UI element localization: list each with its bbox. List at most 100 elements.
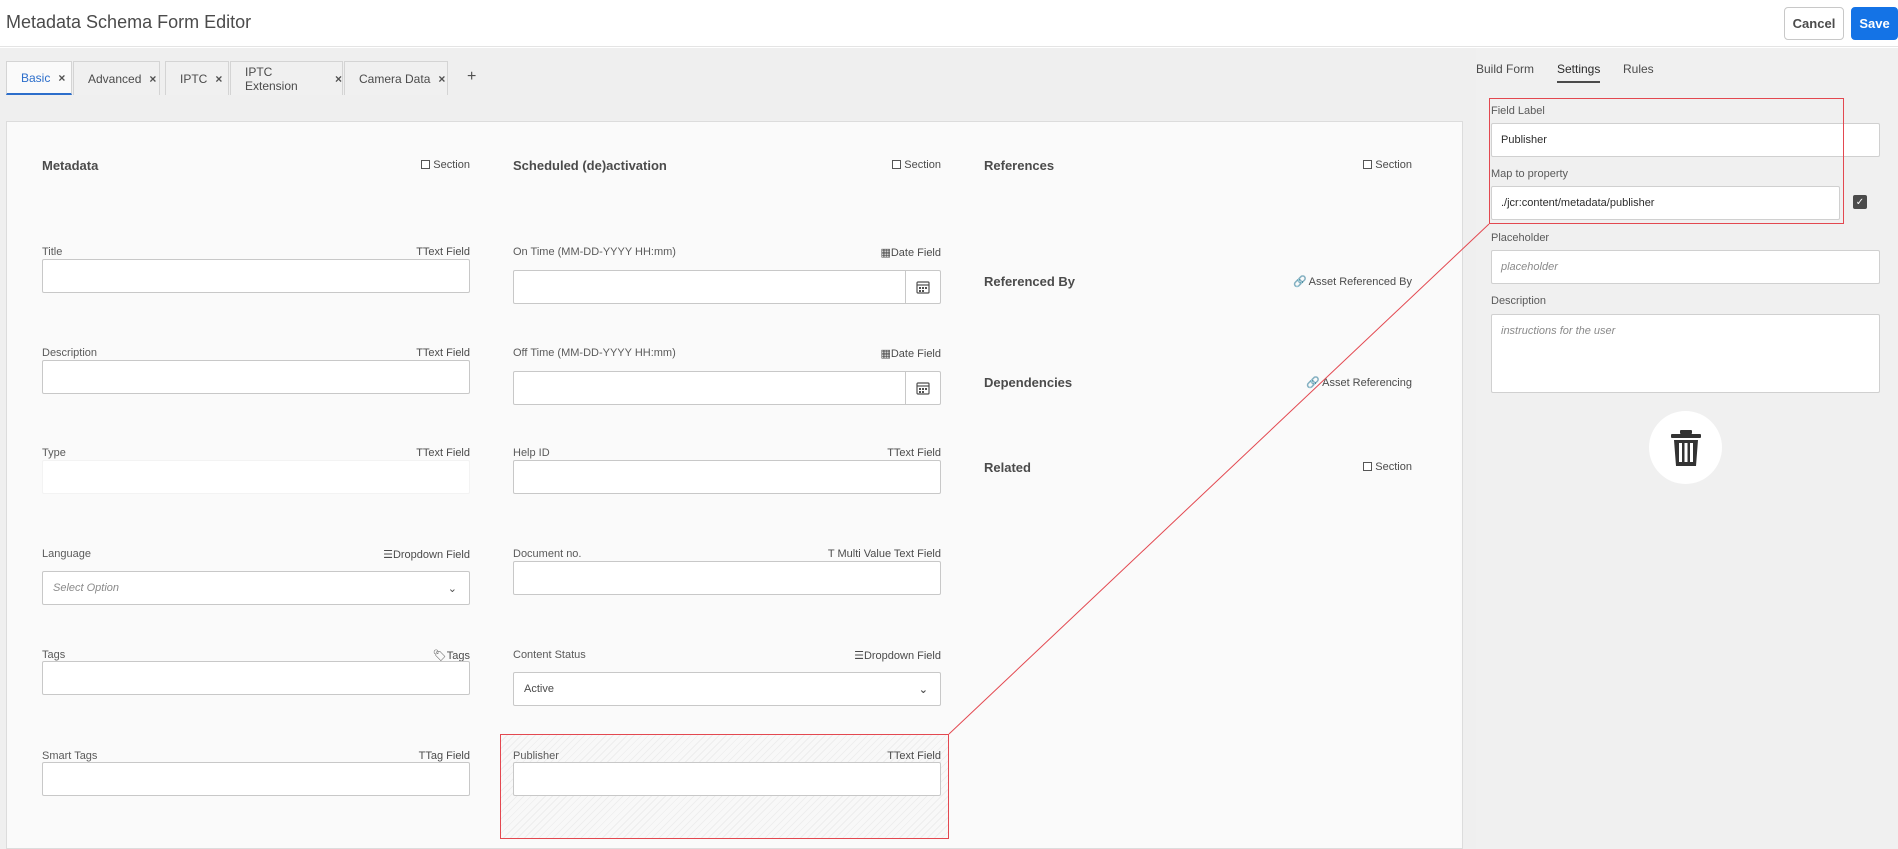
field-label: Document no. [513, 548, 582, 560]
text-icon: T [416, 347, 423, 359]
section-icon [892, 160, 902, 169]
group-type: 🔗 Asset Referencing [1306, 377, 1412, 389]
calendar-icon [916, 382, 930, 395]
section-type: Section [1362, 159, 1412, 171]
group-type: Section [1362, 461, 1412, 473]
text-icon: T [416, 246, 423, 258]
title-input[interactable] [42, 259, 470, 293]
link-icon: 🔗 [1306, 377, 1321, 389]
field-type: TText Field [416, 447, 470, 459]
field-type: TTag Field [418, 750, 470, 762]
field-type: ☰Dropdown Field [383, 549, 470, 561]
field-type: TText Field [887, 447, 941, 459]
tab-settings[interactable]: Settings [1557, 62, 1601, 83]
field-label: Help ID [513, 447, 550, 459]
close-icon[interactable]: × [149, 72, 156, 86]
field-label: Title [42, 246, 63, 258]
document-no-input[interactable] [513, 561, 941, 595]
placeholder-label: Placeholder [1491, 232, 1550, 244]
close-icon[interactable]: × [58, 71, 65, 85]
field-type: ☰Dropdown Field [854, 650, 941, 662]
tags-input[interactable] [42, 661, 470, 695]
section-type: Section [420, 159, 470, 171]
text-icon: T [887, 750, 894, 762]
on-time-input[interactable] [513, 270, 941, 304]
field-label: Smart Tags [42, 750, 98, 762]
type-input[interactable] [42, 460, 470, 494]
field-type: TText Field [416, 347, 470, 359]
trash-icon [1670, 429, 1701, 466]
section-title: Scheduled (de)activation [513, 158, 667, 173]
calendar-icon [916, 281, 930, 294]
field-label: Publisher [513, 750, 559, 762]
field-label: Off Time (MM-DD-YYYY HH:mm) [513, 347, 676, 359]
tab-label: IPTC [180, 71, 208, 86]
chevron-down-icon: ⌄ [447, 583, 457, 595]
off-time-input[interactable] [513, 371, 941, 405]
delete-button[interactable] [1649, 411, 1722, 484]
cancel-button[interactable]: Cancel [1784, 7, 1844, 40]
text-icon: T [827, 548, 835, 560]
page-title: Metadata Schema Form Editor [6, 12, 252, 32]
field-label: Description [42, 347, 98, 359]
tab-label: IPTC Extension [245, 64, 298, 93]
field-label: Language [42, 548, 91, 560]
field-label: Type [42, 447, 66, 459]
tab-label: Camera Data [359, 71, 431, 86]
group-title: Related [984, 460, 1031, 475]
tab-label: Advanced [88, 71, 142, 86]
tab-rules[interactable]: Rules [1623, 62, 1654, 76]
field-type: T Multi Value Text Field [827, 548, 941, 560]
section-title: Metadata [42, 158, 99, 173]
description-textarea[interactable]: instructions for the user [1491, 314, 1880, 393]
tab-label: Basic [21, 70, 51, 85]
save-button[interactable]: Save [1851, 7, 1898, 40]
field-type: TText Field [416, 246, 470, 258]
help-id-input[interactable] [513, 460, 941, 494]
tab-iptc[interactable]: IPTC × [165, 61, 229, 95]
tab-build-form[interactable]: Build Form [1476, 62, 1534, 76]
tab-basic[interactable]: Basic × [6, 61, 72, 95]
field-type: TText Field [887, 750, 941, 762]
section-title: References [984, 158, 1055, 173]
group-type: 🔗 Asset Referenced By [1292, 276, 1412, 288]
chevron-down-icon: ⌄ [918, 684, 928, 696]
map-property-checkbox[interactable]: ✓ [1853, 195, 1867, 209]
field-type: ▦Date Field [880, 247, 941, 259]
publisher-input[interactable] [513, 762, 941, 796]
description-input[interactable] [42, 360, 470, 394]
text-icon: T [416, 447, 423, 459]
section-icon [1363, 160, 1373, 169]
calendar-button[interactable] [905, 271, 940, 303]
field-type: ▦Date Field [880, 348, 941, 360]
placeholder-input[interactable]: placeholder [1491, 250, 1880, 284]
text-icon: T [887, 447, 894, 459]
close-icon[interactable]: × [438, 72, 445, 86]
calendar-icon: ▦ [880, 247, 891, 259]
tab-iptc-extension[interactable]: IPTC Extension × [230, 61, 343, 95]
group-title: Referenced By [984, 274, 1076, 289]
field-label: Tags [42, 649, 66, 661]
group-title: Dependencies [984, 375, 1073, 390]
tab-advanced[interactable]: Advanced × [73, 61, 160, 95]
smart-tags-input[interactable] [42, 762, 470, 796]
close-icon[interactable]: × [215, 72, 222, 86]
field-label: On Time (MM-DD-YYYY HH:mm) [513, 246, 676, 258]
settings-highlight [1489, 98, 1844, 224]
description-label: Description [1491, 295, 1547, 307]
section-icon [1363, 462, 1373, 471]
link-icon: 🔗 [1292, 276, 1307, 288]
add-tab-button[interactable]: + [467, 68, 476, 86]
dropdown-icon: ☰ [383, 549, 393, 561]
section-icon [421, 160, 431, 169]
field-label: Content Status [513, 649, 586, 661]
header-bar: Metadata Schema Form Editor Cancel Save [0, 0, 1898, 47]
close-icon[interactable]: × [335, 72, 342, 86]
language-select[interactable]: Select Option ⌄ [42, 571, 470, 605]
tab-camera-data[interactable]: Camera Data × [344, 61, 448, 95]
dropdown-icon: ☰ [854, 650, 864, 662]
content-status-select[interactable]: Active ⌄ [513, 672, 941, 706]
section-type: Section [891, 159, 941, 171]
calendar-button[interactable] [905, 372, 940, 404]
calendar-icon: ▦ [880, 348, 891, 360]
